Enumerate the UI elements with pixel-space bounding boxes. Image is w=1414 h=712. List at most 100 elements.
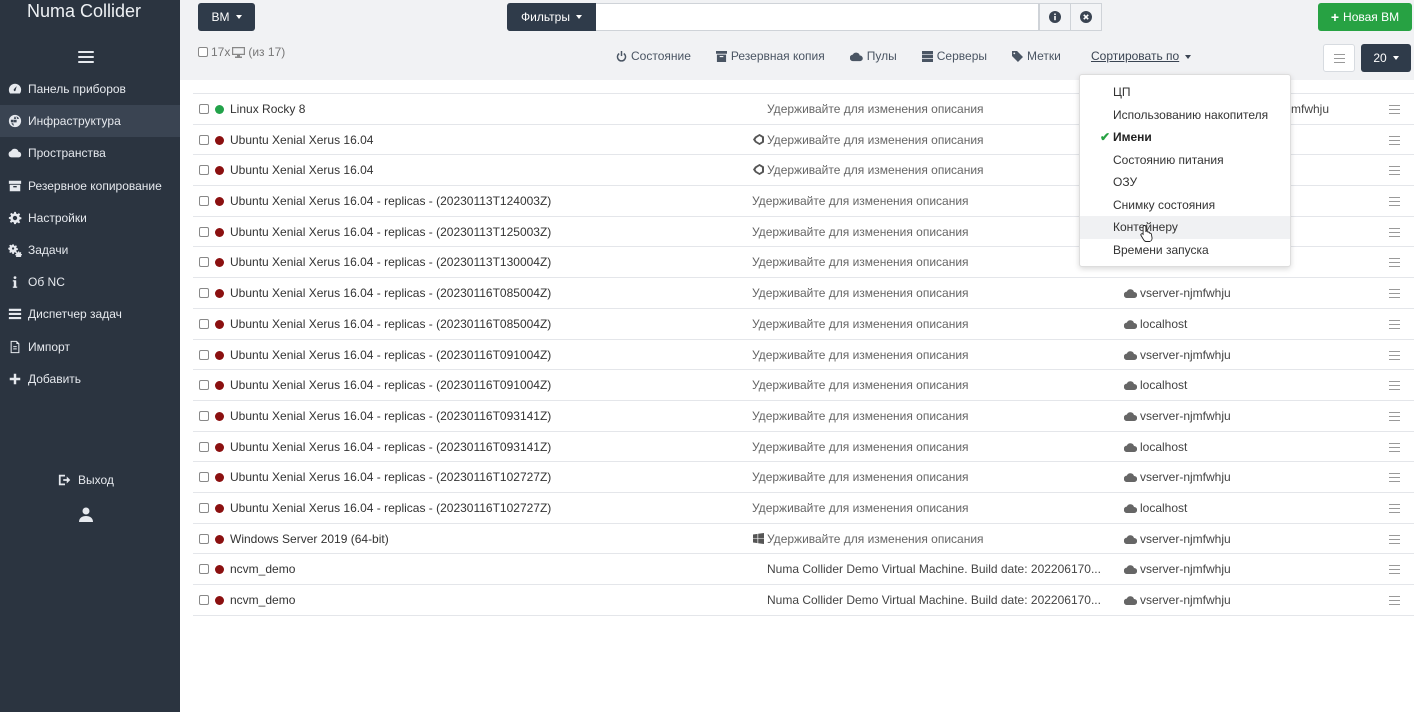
vm-host[interactable]: vserver-njmfwhju (1124, 593, 1231, 607)
row-checkbox[interactable] (199, 196, 209, 207)
row-menu-icon[interactable] (1389, 258, 1400, 268)
sort-by-dropdown[interactable]: Сортировать по (1091, 49, 1192, 63)
logout-button[interactable]: Выход (58, 473, 114, 487)
filters-dropdown[interactable]: Фильтры (507, 3, 596, 31)
vm-host[interactable]: localhost (1124, 378, 1187, 392)
vm-name[interactable]: Ubuntu Xenial Xerus 16.04 - replicas - (… (230, 286, 551, 300)
vm-description[interactable]: Numa Collider Demo Virtual Machine. Buil… (767, 593, 1101, 607)
row-menu-icon[interactable] (1389, 596, 1400, 605)
vm-name[interactable]: Ubuntu Xenial Xerus 16.04 - replicas - (… (230, 378, 551, 392)
row-menu-icon[interactable] (1389, 227, 1400, 237)
tags-button[interactable]: Метки (1012, 49, 1061, 63)
vm-description[interactable]: Удерживайте для изменения описания (752, 255, 969, 269)
row-menu-icon[interactable] (1389, 105, 1400, 114)
sort-option-6[interactable]: Контейнеру (1080, 216, 1290, 239)
vm-description[interactable]: Удерживайте для изменения описания (753, 163, 984, 177)
row-checkbox[interactable] (199, 104, 209, 114)
table-row[interactable]: Ubuntu Xenial Xerus 16.04 - replicas - (… (193, 432, 1414, 463)
table-row[interactable]: ncvm_demo Numa Collider Demo Virtual Mach… (193, 554, 1414, 585)
vm-name[interactable]: Ubuntu Xenial Xerus 16.04 - replicas - (… (230, 317, 551, 331)
search-input[interactable] (596, 3, 1039, 31)
list-view-button[interactable] (1323, 44, 1355, 72)
row-menu-icon[interactable] (1389, 503, 1400, 513)
vm-host[interactable]: localhost (1124, 501, 1187, 515)
vm-name[interactable]: Windows Server 2019 (64-bit) (230, 532, 389, 546)
vm-description[interactable]: Удерживайте для изменения описания (752, 194, 969, 208)
row-checkbox[interactable] (199, 257, 209, 268)
vm-name[interactable]: Ubuntu Xenial Xerus 16.04 - replicas - (… (230, 440, 551, 454)
row-checkbox[interactable] (199, 533, 209, 544)
vm-host[interactable]: vserver-njmfwhju (1124, 532, 1231, 546)
row-checkbox[interactable] (199, 349, 209, 360)
row-checkbox[interactable] (199, 410, 209, 421)
sidebar-item-9[interactable]: Добавить (0, 363, 180, 395)
vm-name[interactable]: Ubuntu Xenial Xerus 16.04 - replicas - (… (230, 409, 551, 423)
table-row[interactable]: Ubuntu Xenial Xerus 16.04 - replicas - (… (193, 401, 1414, 432)
vm-name[interactable]: Ubuntu Xenial Xerus 16.04 (230, 163, 373, 177)
hamburger-menu-icon[interactable] (78, 51, 94, 63)
row-checkbox[interactable] (199, 472, 209, 483)
vm-name[interactable]: Ubuntu Xenial Xerus 16.04 - replicas - (… (230, 255, 551, 269)
vm-type-dropdown[interactable]: ВМ (198, 3, 255, 31)
row-checkbox[interactable] (199, 564, 209, 575)
sort-option-1[interactable]: Использованию накопителя (1080, 104, 1290, 127)
vm-host[interactable]: localhost (1124, 440, 1187, 454)
sort-option-0[interactable]: ЦП (1080, 81, 1290, 104)
row-checkbox[interactable] (199, 134, 209, 145)
vm-host[interactable]: vserver-njmfwhju (1124, 470, 1231, 484)
clear-filter-button[interactable] (1070, 3, 1102, 31)
vm-description[interactable]: Удерживайте для изменения описания (752, 440, 969, 454)
row-checkbox[interactable] (199, 288, 209, 299)
row-menu-icon[interactable] (1389, 473, 1400, 483)
vm-description[interactable]: Удерживайте для изменения описания (753, 133, 984, 147)
row-menu-icon[interactable] (1389, 534, 1400, 544)
row-menu-icon[interactable] (1389, 411, 1400, 421)
sidebar-item-1[interactable]: Инфраструктура (0, 105, 180, 138)
vm-name[interactable]: ncvm_demo (230, 562, 295, 576)
sort-option-4[interactable]: ОЗУ (1080, 171, 1290, 194)
row-checkbox[interactable] (199, 502, 209, 513)
vm-description[interactable]: Удерживайте для изменения описания (752, 348, 969, 362)
row-menu-icon[interactable] (1389, 166, 1400, 176)
table-row[interactable]: Ubuntu Xenial Xerus 16.04 - replicas - (… (193, 462, 1414, 493)
filter-info-button[interactable] (1039, 3, 1071, 31)
sidebar-item-0[interactable]: Панель приборов (0, 73, 180, 105)
sort-option-7[interactable]: Времени запуска (1080, 239, 1290, 262)
vm-name[interactable]: Ubuntu Xenial Xerus 16.04 - replicas - (… (230, 470, 551, 484)
sort-option-2[interactable]: ✔ Имени (1080, 126, 1290, 149)
table-row[interactable]: Ubuntu Xenial Xerus 16.04 - replicas - (… (193, 309, 1414, 340)
table-row[interactable]: Ubuntu Xenial Xerus 16.04 - replicas - (… (193, 370, 1414, 401)
sort-option-3[interactable]: Состоянию питания (1080, 149, 1290, 172)
vm-description[interactable]: Numa Collider Demo Virtual Machine. Buil… (767, 562, 1101, 576)
sidebar-item-2[interactable]: Пространства (0, 137, 180, 169)
table-row[interactable]: Ubuntu Xenial Xerus 16.04 - replicas - (… (193, 340, 1414, 371)
vm-description[interactable]: Удерживайте для изменения описания (752, 225, 969, 239)
row-menu-icon[interactable] (1389, 319, 1400, 329)
table-row[interactable]: Windows Server 2019 (64-bit) Удерживайте … (193, 524, 1414, 555)
vm-host[interactable]: vserver-njmfwhju (1124, 348, 1231, 362)
sidebar-item-6[interactable]: Об NC (0, 266, 180, 298)
vm-description[interactable]: Удерживайте для изменения описания (753, 532, 984, 546)
vm-name[interactable]: Ubuntu Xenial Xerus 16.04 - replicas - (… (230, 348, 551, 362)
row-checkbox[interactable] (199, 595, 209, 605)
servers-button[interactable]: Серверы (921, 49, 987, 63)
row-menu-icon[interactable] (1389, 381, 1400, 391)
vm-name[interactable]: Ubuntu Xenial Xerus 16.04 - replicas - (… (230, 225, 551, 239)
vm-description[interactable]: Удерживайте для изменения описания (752, 286, 969, 300)
vm-description[interactable]: Удерживайте для изменения описания (752, 317, 969, 331)
table-row[interactable]: Ubuntu Xenial Xerus 16.04 - replicas - (… (193, 278, 1414, 309)
row-checkbox[interactable] (199, 165, 209, 176)
sidebar-item-5[interactable]: Задачи (0, 234, 180, 266)
state-button[interactable]: Состояние (616, 49, 691, 63)
vm-name[interactable]: ncvm_demo (230, 593, 295, 607)
row-checkbox[interactable] (199, 441, 209, 452)
table-row[interactable]: ncvm_demo Numa Collider Demo Virtual Mach… (193, 585, 1414, 616)
vm-host[interactable]: mfwhju (1291, 102, 1329, 116)
row-checkbox[interactable] (199, 318, 209, 329)
row-menu-icon[interactable] (1389, 135, 1400, 145)
vm-host[interactable]: vserver-njmfwhju (1124, 562, 1231, 576)
vm-name[interactable]: Ubuntu Xenial Xerus 16.04 - replicas - (… (230, 194, 551, 208)
vm-host[interactable]: vserver-njmfwhju (1124, 409, 1231, 423)
vm-name[interactable]: Ubuntu Xenial Xerus 16.04 (230, 133, 373, 147)
row-checkbox[interactable] (199, 226, 209, 237)
